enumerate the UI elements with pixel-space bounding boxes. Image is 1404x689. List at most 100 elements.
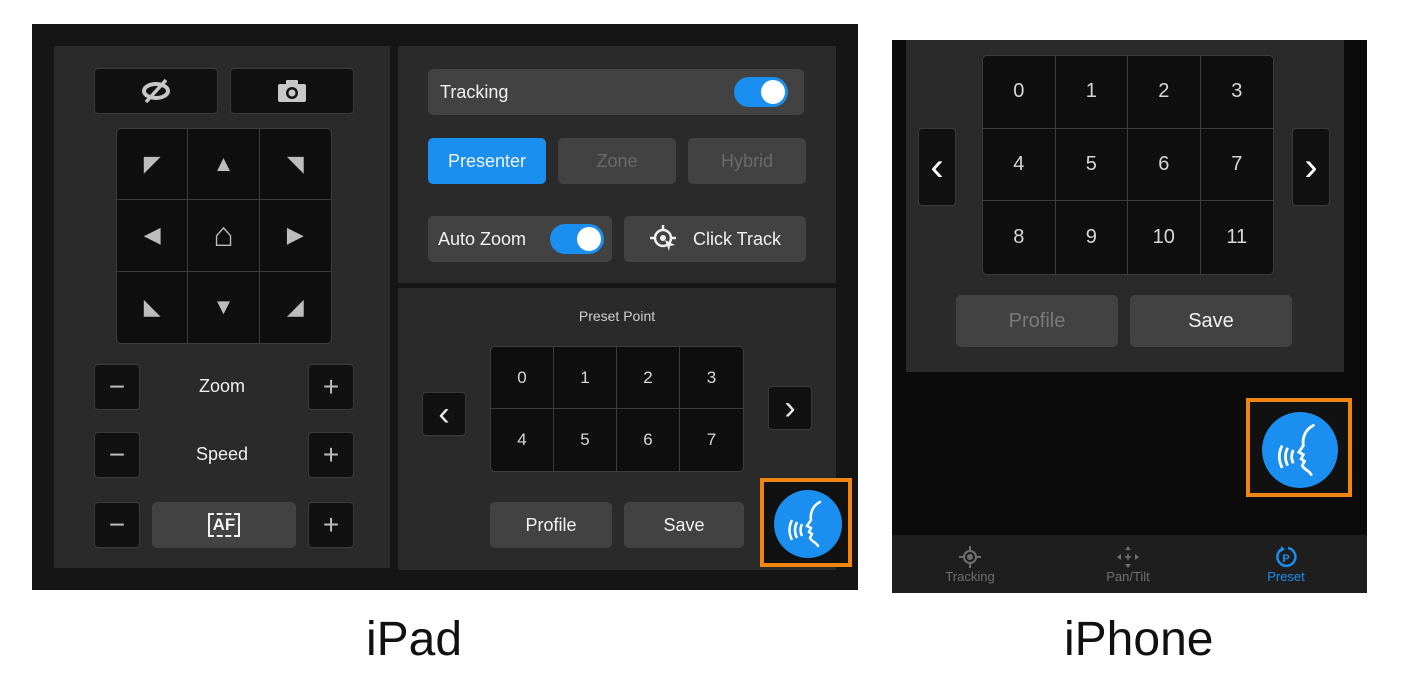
save-button[interactable]: Save [624, 502, 744, 548]
profile-button[interactable]: Profile [490, 502, 612, 548]
autofocus-button[interactable]: AF [152, 502, 296, 548]
speed-up-button[interactable]: + [308, 432, 354, 478]
iphone-preset-panel: ‹ 0 1 2 3 4 5 6 7 8 9 10 11 › Profile Save [906, 40, 1344, 372]
chevron-left-icon: ‹ [438, 394, 450, 433]
chevron-right-icon: › [1304, 144, 1318, 189]
preset-cell[interactable]: 7 [1200, 129, 1273, 202]
mode-hybrid-button[interactable]: Hybrid [688, 138, 806, 184]
chevron-left-icon: ‹ [930, 144, 944, 189]
preset-cell[interactable]: 6 [617, 409, 680, 471]
plus-icon: + [322, 439, 340, 470]
save-label: Save [1188, 309, 1234, 332]
voice-command-button[interactable] [774, 490, 842, 558]
iphone-preset-next-button[interactable]: › [1292, 128, 1330, 206]
preset-cell[interactable]: 11 [1201, 201, 1274, 274]
preset-cell[interactable]: 0 [983, 56, 1056, 129]
arrow-down-left-button[interactable]: ◣ [117, 271, 189, 343]
iphone-voice-command-button[interactable] [1262, 412, 1338, 488]
zoom-label: Zoom [198, 376, 245, 396]
preset-cell[interactable]: 5 [1055, 128, 1128, 202]
tab-label: Preset [1267, 568, 1305, 584]
svg-text:P: P [1282, 553, 1289, 565]
auto-zoom-label: Auto Zoom [438, 228, 527, 249]
iphone-save-button[interactable]: Save [1130, 295, 1292, 347]
arrow-down-icon: ▼ [212, 294, 235, 320]
voice-speak-icon [788, 500, 822, 548]
arrow-right-icon: ▶ [286, 222, 304, 248]
arrow-right-button[interactable]: ▶ [259, 200, 331, 272]
preset-cell[interactable]: 3 [1200, 56, 1273, 129]
arrow-up-button[interactable]: ▲ [188, 129, 260, 201]
iphone-caption: iPhone [1064, 613, 1214, 666]
preset-cell[interactable]: 10 [1128, 201, 1201, 274]
preset-cell[interactable]: 5 [554, 409, 617, 471]
preset-cell[interactable]: 1 [554, 347, 617, 409]
eye-off-icon [142, 78, 170, 104]
arrow-up-left-button[interactable]: ◤ [117, 129, 189, 201]
preset-cell[interactable]: 2 [1128, 56, 1201, 129]
preset-cell[interactable]: 2 [617, 347, 680, 409]
arrow-down-button[interactable]: ▼ [188, 271, 260, 343]
focus-far-button[interactable]: + [308, 502, 354, 548]
direction-pad: ◤ ▲ ◥ ◀ ⌂ ▶ ◣ ▼ ◢ [116, 128, 332, 344]
preset-title: Preset Point [578, 308, 656, 324]
snapshot-button[interactable] [230, 68, 354, 114]
minus-icon: − [108, 509, 126, 540]
arrow-up-icon: ▲ [212, 151, 235, 177]
ipad-caption: iPad [366, 613, 463, 666]
tab-tracking[interactable]: Tracking [912, 535, 1028, 593]
arrow-left-button[interactable]: ◀ [117, 200, 189, 272]
tab-pan-tilt[interactable]: Pan/Tilt [1070, 535, 1186, 593]
plus-icon: + [322, 509, 340, 540]
tab-bar: Tracking Pan/Tilt P Preset [892, 535, 1367, 593]
mode-label: Zone [596, 150, 638, 171]
tracking-toggle[interactable] [734, 77, 788, 107]
speed-down-button[interactable]: − [94, 432, 140, 478]
voice-command-highlight [760, 478, 852, 567]
arrow-down-right-icon: ◢ [286, 294, 304, 320]
arrow-up-right-button[interactable]: ◥ [259, 129, 331, 201]
preset-cell[interactable]: 8 [983, 201, 1056, 274]
pan-tilt-icon [1117, 545, 1139, 568]
preset-cell[interactable]: 9 [1056, 201, 1128, 274]
focus-near-button[interactable]: − [94, 502, 140, 548]
mode-presenter-button[interactable]: Presenter [428, 138, 546, 184]
mode-zone-button[interactable]: Zone [558, 138, 676, 184]
tracking-panel: Tracking Presenter Zone Hybrid Auto Zoom… [398, 46, 836, 283]
save-label: Save [663, 514, 705, 535]
iphone-voice-command-highlight [1246, 398, 1352, 497]
privacy-button[interactable] [94, 68, 218, 114]
iphone-profile-button[interactable]: Profile [956, 295, 1118, 347]
preset-next-button[interactable]: › [768, 386, 812, 430]
af-icon: AF [207, 513, 241, 537]
iphone-preset-grid: 0 1 2 3 4 5 6 7 8 9 10 11 [982, 55, 1274, 275]
preset-cell[interactable]: 1 [1055, 56, 1128, 129]
home-button[interactable]: ⌂ [188, 200, 260, 272]
zoom-out-button[interactable]: − [94, 364, 140, 410]
iphone-screen: ‹ 0 1 2 3 4 5 6 7 8 9 10 11 › Profile Save Tracking [892, 40, 1367, 593]
profile-label: Profile [525, 514, 577, 535]
tracking-label: Tracking [440, 81, 509, 102]
preset-cell[interactable]: 0 [491, 347, 554, 409]
click-track-button[interactable]: Click Track [624, 216, 806, 262]
preset-cell[interactable]: 6 [1128, 128, 1201, 202]
preset-cell[interactable]: 3 [680, 347, 743, 409]
speed-label: Speed [195, 444, 249, 464]
tab-preset[interactable]: P Preset [1228, 535, 1344, 593]
iphone-preset-prev-button[interactable]: ‹ [918, 128, 956, 206]
preset-cell[interactable]: 7 [680, 409, 743, 471]
arrow-down-right-button[interactable]: ◢ [260, 272, 331, 343]
ipad-screen: ◤ ▲ ◥ ◀ ⌂ ▶ ◣ ▼ ◢ − Zoom + − Speed + − AF + Trac… [32, 24, 858, 590]
mode-label: Presenter [447, 150, 527, 171]
click-track-label: Click Track [692, 228, 781, 249]
preset-icon: P [1276, 545, 1297, 567]
zoom-in-button[interactable]: + [308, 364, 354, 410]
arrow-up-left-icon: ◤ [143, 151, 161, 177]
auto-zoom-toggle[interactable] [550, 224, 604, 254]
preset-cell[interactable]: 4 [491, 409, 554, 471]
camera-icon [278, 80, 306, 102]
preset-prev-button[interactable]: ‹ [422, 392, 466, 436]
tab-label: Tracking [945, 568, 995, 584]
tab-label: Pan/Tilt [1106, 568, 1150, 584]
preset-cell[interactable]: 4 [983, 128, 1056, 202]
